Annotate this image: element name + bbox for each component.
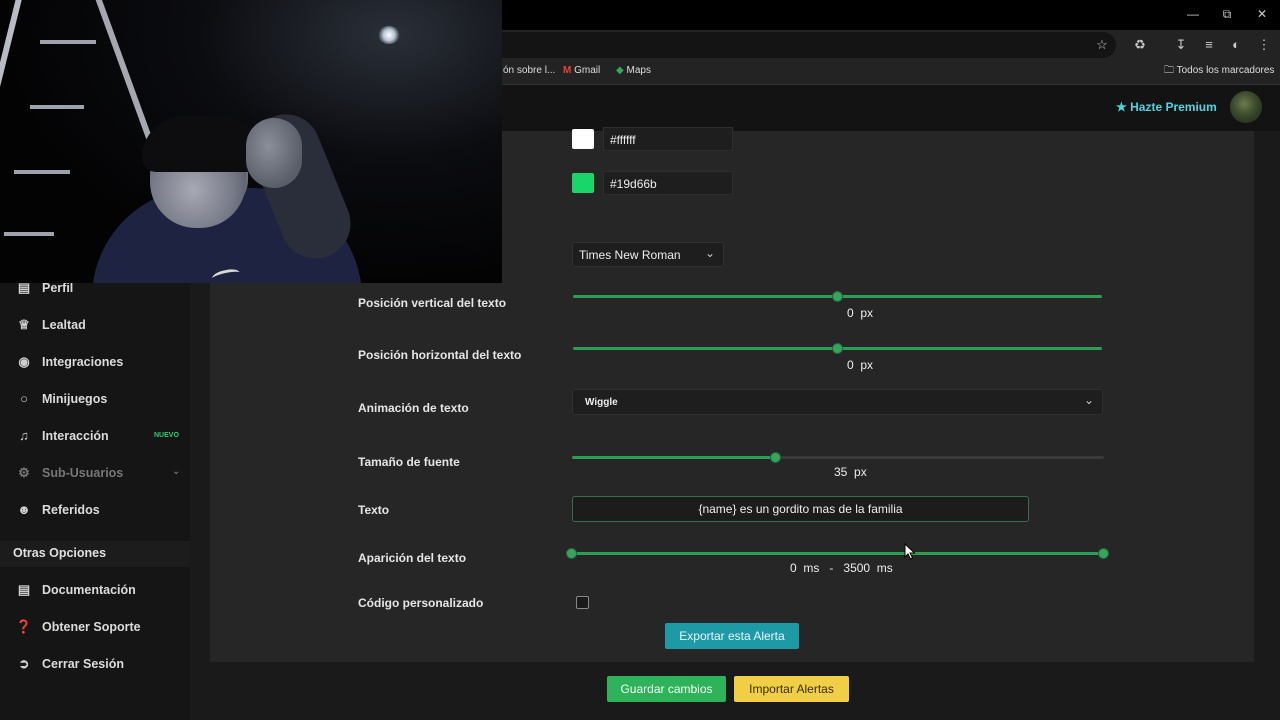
new-badge: NUEVO: [154, 432, 179, 439]
person-hand: [246, 118, 302, 188]
sidebar-item-label: Documentación: [42, 583, 136, 597]
font-size-label: Tamaño de fuente: [358, 455, 460, 469]
music-icon: ♫: [19, 428, 29, 443]
chevron-down-icon[interactable]: ⌄: [172, 466, 180, 477]
users-icon: ☻: [17, 502, 31, 517]
discord-icon: ◉: [18, 354, 30, 369]
all-bookmarks[interactable]: 🗀 Todos los marcadores: [1164, 64, 1274, 78]
gear-icon: ⚙: [18, 465, 30, 480]
color-swatch-white[interactable]: [572, 129, 594, 149]
premium-link[interactable]: ★ Hazte Premium: [1116, 100, 1217, 114]
media-icon[interactable]: ≡: [1200, 36, 1218, 54]
trophy-icon: ♕: [18, 317, 30, 332]
sidebar-item-sub-usuarios[interactable]: ⚙ Sub-Usuarios: [14, 462, 123, 484]
sidebar-item-cerrar-sesion[interactable]: ➲ Cerrar Sesión: [14, 653, 124, 675]
gmail-icon: M: [563, 65, 572, 76]
sidebar-section-title: Otras Opciones: [13, 546, 107, 560]
sidebar-item-label: Cerrar Sesión: [42, 657, 124, 671]
sidebar-item-label: Obtener Soporte: [42, 620, 141, 634]
bookmark-gmail[interactable]: M Gmail: [563, 64, 600, 78]
animation-label: Animación de texto: [358, 401, 469, 415]
appearance-label: Aparición del texto: [358, 551, 467, 565]
animation-select[interactable]: Wiggle ⌄: [572, 389, 1103, 415]
horizontal-position-label: Posición horizontal del texto: [358, 348, 522, 362]
sidebar-item-integraciones[interactable]: ◉ Integraciones: [14, 351, 123, 373]
sidebar-item-label: Minijuegos: [42, 392, 108, 406]
animation-value: Wiggle: [585, 397, 618, 408]
font-size-value: 35 px: [834, 465, 867, 479]
ladder-rung: [30, 105, 84, 109]
color-swatch-green[interactable]: [572, 173, 594, 193]
sidebar-item-label: Sub-Usuarios: [42, 466, 124, 480]
vertical-position-thumb[interactable]: [832, 291, 843, 302]
sidebar-item-documentacion[interactable]: ▤ Documentación: [14, 579, 136, 601]
sidebar-item-minijuegos[interactable]: ○ Minijuegos: [14, 388, 107, 410]
restore-icon[interactable]: ⧉: [1218, 6, 1236, 22]
export-alert-button[interactable]: Exportar esta Alerta: [665, 623, 799, 649]
appearance-max-thumb[interactable]: [1098, 548, 1109, 559]
horizontal-position-value: 0 px: [847, 358, 874, 372]
premium-label: Hazte Premium: [1130, 100, 1217, 114]
appearance-min-thumb[interactable]: [566, 548, 577, 559]
menu-icon[interactable]: ⋮: [1255, 36, 1273, 54]
webcam-overlay: [0, 0, 502, 283]
star-icon[interactable]: ☆: [1093, 36, 1111, 54]
sidebar-item-soporte[interactable]: ❓ Obtener Soporte: [14, 616, 141, 638]
import-alerts-button[interactable]: Importar Alertas: [734, 676, 849, 702]
ladder-rung: [40, 40, 96, 44]
sidebar-item-label: Perfil: [42, 281, 74, 295]
bookmark-label: Maps: [626, 65, 651, 76]
question-icon: ❓: [15, 619, 33, 634]
extensions-icon[interactable]: ♻: [1131, 36, 1149, 54]
chevron-down-icon: ⌄: [704, 246, 715, 260]
appearance-range-track[interactable]: [572, 552, 1103, 555]
logout-icon: ➲: [18, 656, 30, 671]
custom-code-label: Código personalizado: [358, 596, 484, 610]
folder-icon: 🗀: [1164, 65, 1174, 76]
font-family-value: Times New Roman: [579, 248, 681, 262]
sidebar-item-referidos[interactable]: ☻ Referidos: [14, 499, 100, 521]
font-family-select[interactable]: Times New Roman ⌄: [572, 242, 724, 267]
save-button[interactable]: Guardar cambios: [607, 676, 726, 702]
chevron-down-icon: ⌄: [1083, 393, 1094, 407]
sidebar-item-label: Lealtad: [42, 318, 86, 332]
ladder-rung: [14, 170, 70, 174]
gamepad-icon: ○: [20, 391, 28, 406]
text-label: Texto: [358, 503, 390, 517]
color-hex-input[interactable]: #19d66b: [603, 171, 733, 195]
ladder-rung: [4, 232, 54, 236]
sidebar-item-label: Integraciones: [42, 355, 124, 369]
sidebar-item-interaccion[interactable]: ♫ Interacción: [14, 425, 109, 447]
vertical-position-label: Posición vertical del texto: [358, 296, 507, 310]
alert-text-input[interactable]: {name} es un gordito mas de la familia: [572, 496, 1029, 522]
font-size-track-fill: [572, 456, 776, 459]
download-icon[interactable]: ↧: [1172, 36, 1190, 54]
font-size-thumb[interactable]: [770, 452, 781, 463]
person-hair: [142, 116, 262, 172]
star-icon: ★: [1116, 100, 1127, 114]
book-icon: ▤: [17, 582, 31, 597]
custom-code-checkbox[interactable]: [576, 596, 589, 609]
all-bookmarks-label: Todos los marcadores: [1176, 65, 1275, 76]
bookmark-label: Gmail: [574, 65, 601, 76]
maps-icon: ◆: [616, 65, 624, 76]
ladder-rail: [0, 0, 24, 283]
vertical-position-value: 0 px: [847, 306, 874, 320]
mouse-cursor-icon: [904, 543, 916, 560]
sidebar-item-lealtad[interactable]: ♕ Lealtad: [14, 314, 86, 336]
profile-icon[interactable]: ◐: [1227, 36, 1245, 54]
avatar[interactable]: [1230, 91, 1262, 123]
close-icon[interactable]: ✕: [1253, 6, 1271, 22]
appearance-range-value: 0 ms - 3500 ms: [790, 561, 893, 575]
bookmark-item[interactable]: ón sobre l...: [503, 64, 555, 78]
sidebar-item-label: Referidos: [42, 503, 100, 517]
sidebar-item-label: Interacción: [42, 429, 109, 443]
address-bar[interactable]: [502, 32, 1116, 58]
horizontal-position-thumb[interactable]: [832, 343, 843, 354]
color-hex-input[interactable]: #ffffff: [603, 127, 733, 151]
ceiling-lamp: [378, 26, 400, 44]
bookmark-maps[interactable]: ◆ Maps: [616, 64, 651, 78]
minimize-icon[interactable]: —: [1184, 6, 1202, 22]
